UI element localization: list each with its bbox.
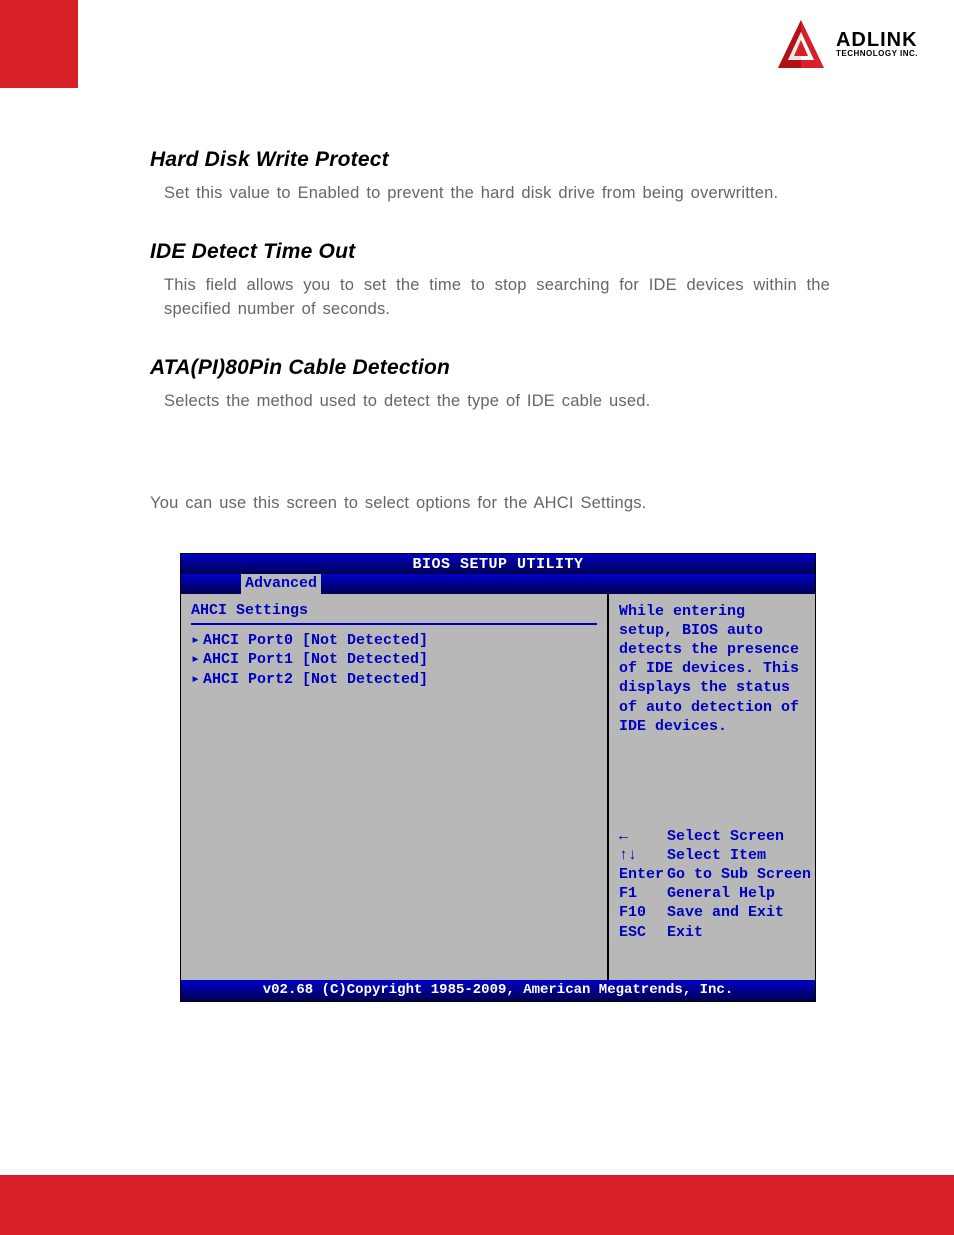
logo-brand-text: ADLINK [836, 29, 918, 51]
section-heading: IDE Detect Time Out [150, 240, 830, 264]
bios-key-label: Go to Sub Screen [667, 866, 811, 883]
document-body: Hard Disk Write Protect Set this value t… [150, 128, 830, 1002]
bios-key-label: Exit [667, 924, 703, 941]
bios-item-label: AHCI Port1 [Not Detected] [203, 651, 428, 668]
section-heading: ATA(PI)80Pin Cable Detection [150, 356, 830, 380]
logo-triangle-icon [774, 18, 828, 70]
bios-key-legend: ←Select Screen ↑↓Select Item EnterGo to … [619, 827, 807, 942]
bios-key-label: Select Screen [667, 828, 784, 845]
bios-key: ↑↓ [619, 846, 667, 865]
bios-right-panel: While entering setup, BIOS auto detects … [607, 594, 815, 980]
bios-screenshot: BIOS SETUP UTILITY Advanced AHCI Setting… [180, 553, 816, 1002]
bios-menu-item[interactable]: ▸AHCI Port2 [Not Detected] [191, 670, 597, 690]
bios-key-label: General Help [667, 885, 775, 902]
triangle-right-icon: ▸ [191, 650, 203, 670]
corner-accent [0, 0, 78, 88]
bios-section-title: AHCI Settings [191, 602, 597, 619]
brand-logo: ADLINK TECHNOLOGY INC. [774, 18, 918, 70]
bios-tab-advanced[interactable]: Advanced [241, 574, 321, 594]
bios-item-label: AHCI Port0 [Not Detected] [203, 632, 428, 649]
triangle-right-icon: ▸ [191, 670, 203, 690]
bios-key-label: Save and Exit [667, 904, 784, 921]
footer-bar [0, 1175, 954, 1235]
bios-key: F10 [619, 903, 667, 922]
bios-item-label: AHCI Port2 [Not Detected] [203, 671, 428, 688]
section-body: Set this value to Enabled to prevent the… [150, 182, 830, 206]
bios-menu-item[interactable]: ▸AHCI Port1 [Not Detected] [191, 650, 597, 670]
bios-key: ← [619, 827, 667, 846]
triangle-right-icon: ▸ [191, 631, 203, 651]
section-heading: Hard Disk Write Protect [150, 148, 830, 172]
bios-key: ESC [619, 923, 667, 942]
bios-menu-item[interactable]: ▸AHCI Port0 [Not Detected] [191, 631, 597, 651]
section-body: This field allows you to set the time to… [150, 274, 830, 322]
bios-left-panel: AHCI Settings ▸AHCI Port0 [Not Detected]… [181, 594, 607, 980]
bios-key: F1 [619, 884, 667, 903]
bios-key-label: Select Item [667, 847, 766, 864]
bios-help-text: While entering setup, BIOS auto detects … [619, 602, 807, 736]
bios-copyright: v02.68 (C)Copyright 1985-2009, American … [181, 980, 815, 1001]
logo-sub-text: TECHNOLOGY INC. [836, 49, 918, 58]
intro-text: You can use this screen to select option… [150, 494, 830, 513]
bios-title: BIOS SETUP UTILITY [181, 554, 815, 574]
bios-divider [191, 623, 597, 625]
bios-tab-row: Advanced [181, 574, 815, 594]
section-body: Selects the method used to detect the ty… [150, 390, 830, 414]
bios-key: Enter [619, 865, 667, 884]
